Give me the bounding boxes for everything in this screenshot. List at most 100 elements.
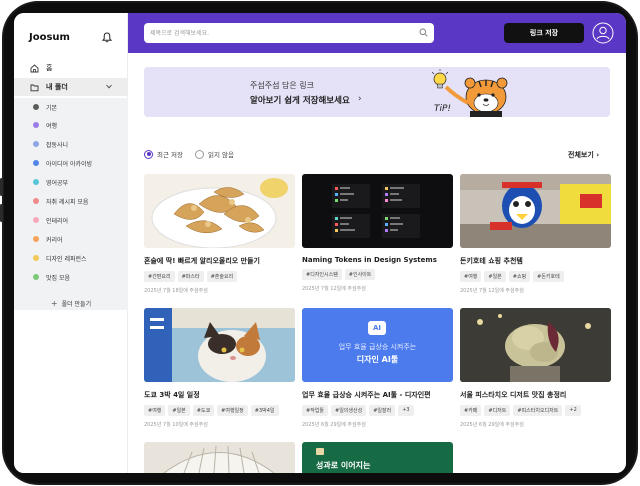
tag-chip[interactable]: #일잘러 xyxy=(369,405,396,416)
folder-item[interactable]: 잡동사니 xyxy=(14,136,128,152)
card-thumbnail[interactable] xyxy=(144,174,295,248)
see-all-link[interactable]: 전체보기 › xyxy=(568,150,599,160)
promo-banner[interactable]: 주섬주섬 담은 링크 알아보기 쉽게 저장해보세요 › TiP! xyxy=(144,67,610,117)
folder-label: 기본 xyxy=(46,104,58,112)
tag-chip[interactable]: #도쿄 xyxy=(192,405,215,416)
sort-option-unread[interactable]: 읽지 않음 xyxy=(195,149,234,159)
radio-checked[interactable] xyxy=(144,149,153,159)
tag-chip[interactable]: #여행 xyxy=(144,405,166,416)
folder-item[interactable]: 아이디어 아카이빙 xyxy=(14,155,128,171)
folder-item[interactable]: 맛집 모음 xyxy=(14,269,128,285)
card-title[interactable]: Naming Tokens in Design Systems xyxy=(302,256,453,264)
link-card[interactable]: Naming Tokens in Design Systems #디자인시스템 … xyxy=(302,174,453,292)
tag-chip[interactable]: #일의생산성 xyxy=(331,405,367,416)
folder-item[interactable]: 인테리어 xyxy=(14,212,128,228)
folder-label: 여행 xyxy=(46,122,58,130)
tag-more-count[interactable]: +2 xyxy=(565,405,581,416)
sidebar-item-label: 내 폴더 xyxy=(46,83,68,91)
tip-text: TiP! xyxy=(434,104,451,114)
chevron-right-icon: › xyxy=(596,151,600,159)
link-card[interactable]: 혼술에 딱! 빠르게 알리오올리오 만들기 #간편요리 #파스타 #혼술요리 2… xyxy=(144,174,295,294)
card-title[interactable]: 업무 효율 급상승 시켜주는 AI툴 - 디자인편 xyxy=(302,390,453,400)
card-title[interactable]: 돈키호테 쇼핑 추천템 xyxy=(460,256,611,266)
card-thumbnail[interactable] xyxy=(144,308,295,382)
folder-color-dot xyxy=(33,255,39,261)
tag-more-count[interactable]: +3 xyxy=(398,405,414,416)
folder-item[interactable]: 자취 레시피 모음 xyxy=(14,193,128,209)
sidebar-item-home[interactable]: 홈 xyxy=(14,59,128,77)
tag-chip[interactable]: #디저트 xyxy=(484,405,511,416)
card-title[interactable]: 도쿄 3박 4일 일정 xyxy=(144,390,295,400)
chevron-down-icon[interactable] xyxy=(106,84,112,89)
card-date: 2025년 6월 29일에 주섬주섬 xyxy=(460,422,524,428)
tag-chip[interactable]: #일본 xyxy=(168,405,190,416)
card-tags: #작업툴 #일의생산성 #일잘러 +3 xyxy=(302,405,453,416)
link-card[interactable]: 도쿄 3박 4일 일정 #여행 #일본 #도쿄 #여행일정 #3박4일 2025… xyxy=(144,308,295,428)
user-avatar-icon[interactable] xyxy=(592,22,614,44)
card-date: 2025년 7월 18일에 주섬주섬 xyxy=(144,288,208,294)
sort-option-recent[interactable]: 최근 저장 xyxy=(144,149,183,159)
card-thumbnail[interactable] xyxy=(460,308,611,382)
tag-chip[interactable]: #작업툴 xyxy=(302,405,328,416)
home-icon xyxy=(30,63,39,72)
card-date: 2025년 7월 12일에 주섬주섬 xyxy=(460,288,524,294)
radio-unchecked[interactable] xyxy=(195,149,204,159)
sidebar-item-label: 홈 xyxy=(46,64,53,72)
tag-chip[interactable]: #디자인시스템 xyxy=(302,269,342,280)
pistachio-dessert-image xyxy=(460,308,611,382)
link-card[interactable]: 서울 피스타치오 디저트 맛집 총정리 #카페 #디저트 #피스타치오디저트 +… xyxy=(460,308,611,428)
card-thumbnail[interactable] xyxy=(302,174,453,248)
sidebar-item-my-folders[interactable]: 내 폴더 xyxy=(14,78,128,96)
card-tags: #여행 #일본 #쇼핑 #돈키호테 xyxy=(460,271,611,282)
link-card[interactable]: 돈키호테 쇼핑 추천템 #여행 #일본 #쇼핑 #돈키호테 2025년 7월 1… xyxy=(460,174,611,294)
link-card[interactable] xyxy=(144,442,295,473)
tag-chip[interactable]: #인사이트 xyxy=(344,269,376,280)
tag-chip[interactable]: #일본 xyxy=(484,271,506,282)
tag-chip[interactable]: #간편요리 xyxy=(144,271,175,282)
make-folder-button[interactable]: + 폴더 만들기 xyxy=(14,295,128,311)
search-input[interactable] xyxy=(150,26,410,40)
link-card[interactable]: AI 업무 효율 급상승 시켜주는 디자인 AI툴 업무 효율 급상승 시켜주는… xyxy=(302,308,453,428)
bell-icon[interactable] xyxy=(102,32,112,43)
tag-chip[interactable]: #3박4일 xyxy=(250,405,279,416)
card-thumbnail[interactable]: 성과로 이어지는 xyxy=(302,442,453,473)
tag-chip[interactable]: #혼술요리 xyxy=(206,271,238,282)
tag-chip[interactable]: #파스타 xyxy=(177,271,204,282)
card-thumbnail[interactable] xyxy=(460,174,611,248)
chevron-right-icon: › xyxy=(358,94,362,104)
banner-line1: 주섬주섬 담은 링크 xyxy=(250,81,314,90)
card-title[interactable]: 서울 피스타치오 디저트 맛집 총정리 xyxy=(460,390,611,400)
folder-color-dot xyxy=(33,122,39,128)
folder-label: 아이디어 아카이빙 xyxy=(46,160,93,168)
tag-chip[interactable]: #여행일정 xyxy=(217,405,248,416)
card-thumbnail[interactable]: AI 업무 효율 급상승 시켜주는 디자인 AI툴 xyxy=(302,308,453,382)
folder-icon xyxy=(30,84,39,91)
search-icon[interactable] xyxy=(419,28,428,37)
tag-chip[interactable]: #여행 xyxy=(460,271,482,282)
folder-item[interactable]: 여행 xyxy=(14,117,128,133)
folder-item[interactable]: 기본 xyxy=(14,99,128,115)
link-card[interactable]: 성과로 이어지는 xyxy=(302,442,453,473)
side-button-volume-2 xyxy=(0,204,3,222)
ai-badge-icon: AI xyxy=(368,321,386,335)
card-date: 2025년 7월 10일에 주섬주섬 xyxy=(144,422,208,428)
card-thumbnail[interactable] xyxy=(144,442,295,473)
folder-item[interactable]: 영어공부 xyxy=(14,174,128,190)
tag-chip[interactable]: #카페 xyxy=(460,405,482,416)
folder-color-dot xyxy=(33,236,39,242)
tag-chip[interactable]: #돈키호테 xyxy=(533,271,564,282)
folder-item[interactable]: 커리어 xyxy=(14,231,128,247)
tag-chip[interactable]: #피스타치오디저트 xyxy=(513,405,563,416)
design-tokens-image xyxy=(332,184,420,238)
search-box[interactable] xyxy=(144,23,434,43)
app-logo[interactable]: Joosum xyxy=(29,32,70,43)
folder-label: 자취 레시피 모음 xyxy=(46,198,89,206)
tag-chip[interactable]: #쇼핑 xyxy=(508,271,531,282)
card-title[interactable]: 혼술에 딱! 빠르게 알리오올리오 만들기 xyxy=(144,256,295,266)
save-link-button[interactable]: 링크 저장 xyxy=(504,23,584,43)
sort-option-label: 최근 저장 xyxy=(157,151,183,159)
note-icon xyxy=(316,448,324,455)
card-date: 2025년 7월 12일에 주섬주섬 xyxy=(302,286,366,292)
folder-color-dot xyxy=(33,217,39,223)
folder-item[interactable]: 디자인 레퍼런스 xyxy=(14,250,128,266)
